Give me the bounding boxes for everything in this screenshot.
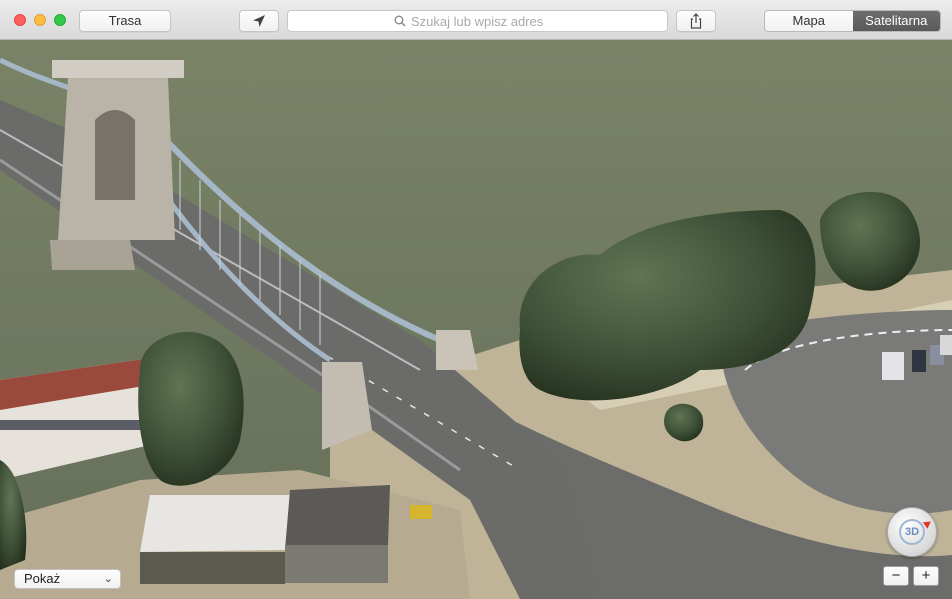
compass-3d-label: 3D bbox=[899, 519, 925, 545]
show-popup-label: Pokaż bbox=[24, 571, 61, 586]
route-button[interactable]: Trasa bbox=[79, 10, 171, 32]
toolbar: Trasa Mapa Satelitarna bbox=[0, 0, 952, 40]
share-button[interactable] bbox=[676, 10, 716, 32]
search-input[interactable] bbox=[411, 13, 561, 29]
zoom-controls: − + bbox=[883, 566, 939, 586]
satellite-view-tab[interactable]: Satelitarna bbox=[852, 11, 940, 31]
share-icon bbox=[690, 13, 702, 29]
search-icon bbox=[394, 15, 406, 27]
map-view[interactable] bbox=[0, 40, 952, 599]
compass-3d-control[interactable]: 3D bbox=[887, 507, 937, 557]
map-view-tab[interactable]: Mapa bbox=[765, 11, 853, 31]
zoom-in-button[interactable]: + bbox=[913, 566, 939, 586]
view-mode-segmented-control: Mapa Satelitarna bbox=[764, 10, 941, 32]
close-window-button[interactable] bbox=[14, 14, 26, 26]
maximize-window-button[interactable] bbox=[54, 14, 66, 26]
current-location-button[interactable] bbox=[239, 10, 279, 32]
chevron-down-icon: ⌄ bbox=[103, 573, 113, 585]
show-popup-button[interactable]: Pokaż ⌄ bbox=[14, 569, 121, 589]
zoom-out-button[interactable]: − bbox=[883, 566, 909, 586]
search-field[interactable] bbox=[287, 10, 668, 32]
minimize-window-button[interactable] bbox=[34, 14, 46, 26]
satellite-imagery bbox=[0, 40, 952, 599]
location-arrow-icon bbox=[253, 15, 265, 27]
